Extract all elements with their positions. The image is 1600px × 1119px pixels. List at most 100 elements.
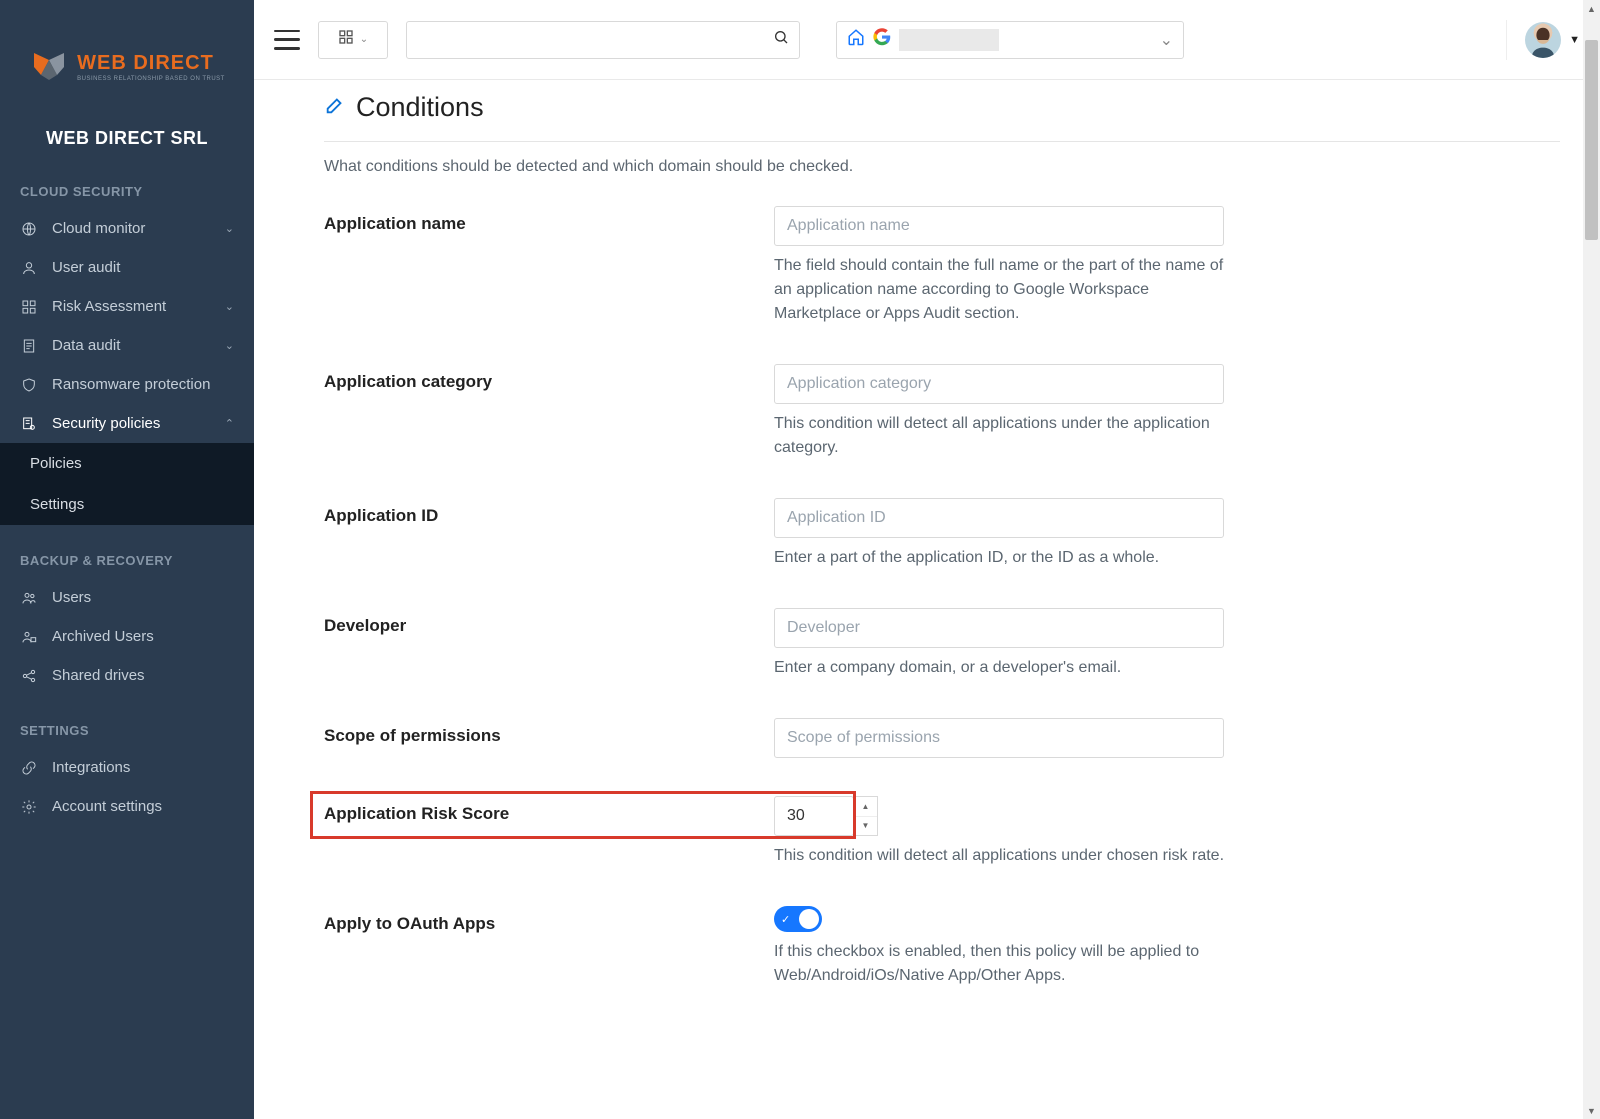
help-application-name: The field should contain the full name o…: [774, 254, 1224, 326]
user-menu[interactable]: ▼: [1506, 20, 1580, 60]
input-application-category[interactable]: [774, 364, 1224, 404]
main: ⌄ ⌄ ▼ Conditions: [254, 0, 1600, 1119]
search-icon[interactable]: [773, 29, 789, 50]
user-icon: [20, 260, 38, 276]
section-description: What conditions should be detected and w…: [324, 158, 1560, 176]
domain-value-redacted: [899, 29, 999, 51]
label-scope-permissions: Scope of permissions: [324, 718, 774, 758]
chevron-down-icon: ⌄: [225, 300, 234, 313]
topbar: ⌄ ⌄ ▼: [254, 0, 1600, 80]
globe-icon: [20, 221, 38, 237]
sidebar-item-ransomware-protection[interactable]: Ransomware protection: [0, 365, 254, 404]
sidebar-item-users[interactable]: Users: [0, 578, 254, 617]
chevron-down-icon: ⌄: [225, 339, 234, 352]
sidebar-item-label: Integrations: [52, 759, 130, 776]
apps-grid-icon: [338, 29, 354, 50]
sidebar-item-cloud-monitor[interactable]: Cloud monitor ⌄: [0, 209, 254, 248]
sidebar-item-shared-drives[interactable]: Shared drives: [0, 656, 254, 695]
policy-icon: [20, 416, 38, 432]
google-icon: [873, 28, 891, 51]
sidebar-item-label: Data audit: [52, 337, 120, 354]
scroll-up-button[interactable]: ▲: [1583, 0, 1600, 17]
check-icon: ✓: [781, 913, 790, 926]
input-risk-score[interactable]: [774, 796, 854, 836]
sidebar: WEB DIRECT BUSINESS RELATIONSHIP BASED O…: [0, 0, 254, 1119]
sidebar-item-label: Archived Users: [52, 628, 154, 645]
logo-mark-icon: [29, 45, 69, 90]
sidebar-item-label: Risk Assessment: [52, 298, 166, 315]
sidebar-item-user-audit[interactable]: User audit: [0, 248, 254, 287]
share-icon: [20, 668, 38, 684]
sidebar-item-label: Security policies: [52, 415, 160, 432]
chevron-down-icon: ⌄: [225, 222, 234, 235]
label-application-id: Application ID: [324, 498, 774, 570]
nav-heading-cloud-security: CLOUD SECURITY: [0, 164, 254, 209]
risk-score-stepper[interactable]: ▲ ▼: [854, 796, 878, 836]
nav-heading-backup-recovery: BACKUP & RECOVERY: [0, 533, 254, 578]
sidebar-item-data-audit[interactable]: Data audit ⌄: [0, 326, 254, 365]
sidebar-item-label: Users: [52, 589, 91, 606]
caret-down-icon: ▼: [1569, 34, 1580, 46]
org-name: WEB DIRECT SRL: [20, 128, 234, 149]
sidebar-item-archived-users[interactable]: Archived Users: [0, 617, 254, 656]
toggle-knob: [799, 909, 819, 929]
label-application-name: Application name: [324, 206, 774, 326]
sidebar-item-label: User audit: [52, 259, 120, 276]
nav-heading-settings: SETTINGS: [0, 703, 254, 748]
sidebar-item-account-settings[interactable]: Account settings: [0, 787, 254, 826]
domain-selector[interactable]: ⌄: [836, 21, 1184, 59]
shield-icon: [20, 377, 38, 393]
search-input[interactable]: [417, 32, 773, 48]
logo-tagline: BUSINESS RELATIONSHIP BASED ON TRUST: [77, 76, 225, 82]
search-box[interactable]: [406, 21, 800, 59]
chevron-up-icon: ⌃: [225, 417, 234, 430]
help-application-category: This condition will detect all applicati…: [774, 412, 1224, 460]
sidebar-item-label: Ransomware protection: [52, 376, 210, 393]
edit-icon: [324, 94, 346, 121]
sidebar-item-risk-assessment[interactable]: Risk Assessment ⌄: [0, 287, 254, 326]
sidebar-item-security-policies[interactable]: Security policies ⌃: [0, 404, 254, 443]
input-application-id[interactable]: [774, 498, 1224, 538]
label-developer: Developer: [324, 608, 774, 680]
users-icon: [20, 590, 38, 606]
link-icon: [20, 760, 38, 776]
sidebar-item-label: Cloud monitor: [52, 220, 145, 237]
toggle-oauth-apps[interactable]: ✓: [774, 906, 822, 932]
help-risk-score: This condition will detect all applicati…: [774, 844, 1224, 868]
avatar: [1525, 22, 1561, 58]
chevron-down-icon: ⌄: [1160, 30, 1173, 50]
sidebar-subitem-settings[interactable]: Settings: [0, 484, 254, 525]
app-switcher-dropdown[interactable]: ⌄: [318, 21, 388, 59]
scroll-down-button[interactable]: ▼: [1583, 1102, 1600, 1119]
label-application-category: Application category: [324, 364, 774, 460]
help-developer: Enter a company domain, or a developer's…: [774, 656, 1224, 680]
content: Conditions What conditions should be det…: [254, 80, 1600, 1119]
logo-text: WEB DIRECT: [77, 53, 214, 73]
sidebar-item-integrations[interactable]: Integrations: [0, 748, 254, 787]
label-oauth-apps: Apply to OAuth Apps: [324, 906, 774, 988]
stepper-down-icon[interactable]: ▼: [854, 817, 877, 836]
archive-users-icon: [20, 629, 38, 645]
scroll-thumb[interactable]: [1585, 40, 1598, 240]
home-icon: [847, 28, 865, 51]
scrollbar[interactable]: ▲ ▼: [1583, 0, 1600, 1119]
chevron-down-icon: ⌄: [360, 34, 368, 45]
help-oauth-apps: If this checkbox is enabled, then this p…: [774, 940, 1224, 988]
help-application-id: Enter a part of the application ID, or t…: [774, 546, 1224, 570]
sidebar-subitem-policies[interactable]: Policies: [0, 443, 254, 484]
sidebar-item-label: Account settings: [52, 798, 162, 815]
menu-toggle-button[interactable]: [274, 30, 300, 50]
stepper-up-icon[interactable]: ▲: [854, 797, 877, 817]
divider: [324, 141, 1560, 142]
input-developer[interactable]: [774, 608, 1224, 648]
document-icon: [20, 338, 38, 354]
logo-area: WEB DIRECT BUSINESS RELATIONSHIP BASED O…: [0, 0, 254, 164]
logo: WEB DIRECT BUSINESS RELATIONSHIP BASED O…: [20, 45, 234, 90]
sidebar-item-label: Shared drives: [52, 667, 145, 684]
section-title: Conditions: [356, 92, 484, 123]
gear-icon: [20, 799, 38, 815]
input-application-name[interactable]: [774, 206, 1224, 246]
input-scope-permissions[interactable]: [774, 718, 1224, 758]
grid-icon: [20, 299, 38, 315]
label-risk-score: Application Risk Score: [324, 796, 774, 868]
